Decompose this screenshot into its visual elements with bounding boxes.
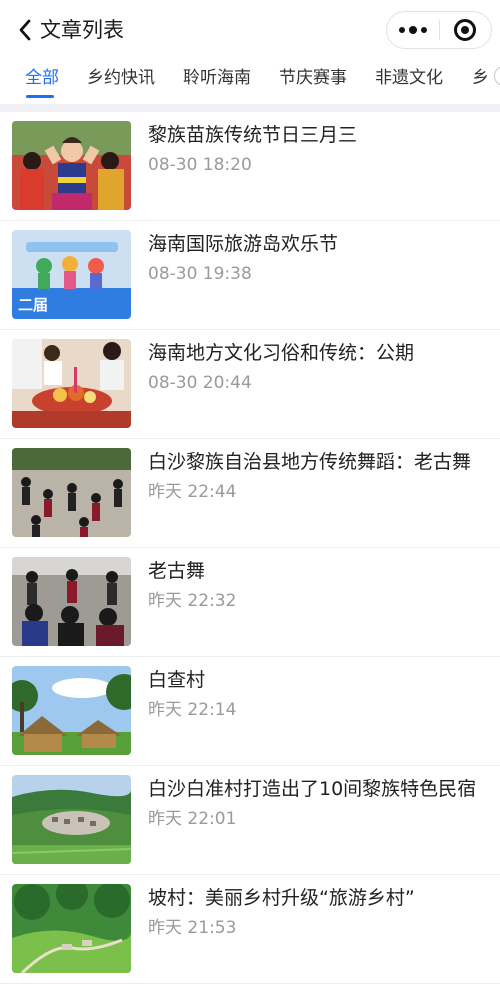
tab-more[interactable]: 乡 — [472, 66, 489, 90]
list-item[interactable]: 白沙白准村打造出了10间黎族特色民宿 昨天 22:01 — [0, 766, 500, 875]
category-tabs: 全部 乡约快讯 聆听海南 节庆赛事 非遗文化 乡 — [0, 62, 500, 104]
article-title: 白查村 — [148, 669, 206, 691]
article-time: 昨天 22:14 — [148, 700, 237, 720]
article-time: 08-30 18:20 — [148, 155, 252, 175]
tab-intangible-heritage[interactable]: 非遗文化 — [375, 66, 443, 90]
article-time: 昨天 22:01 — [148, 809, 237, 829]
article-thumbnail — [12, 121, 131, 210]
thumbnail-text: 二届 — [18, 297, 48, 314]
list-item[interactable]: 二届 海南国际旅游岛欢乐节 08-30 19:38 — [0, 221, 500, 330]
tab-news[interactable]: 乡约快讯 — [87, 66, 155, 90]
tab-festival-events[interactable]: 节庆赛事 — [279, 66, 347, 90]
article-time: 昨天 22:44 — [148, 482, 237, 502]
list-item[interactable]: 老古舞 昨天 22:32 — [0, 548, 500, 657]
article-thumbnail — [12, 557, 131, 646]
article-time: 08-30 20:44 — [148, 373, 252, 393]
active-tab-indicator — [26, 95, 54, 98]
close-mini-program-button[interactable] — [439, 12, 491, 48]
article-thumbnail — [12, 339, 131, 428]
list-item[interactable]: 白沙黎族自治县地方传统舞蹈：老古舞 昨天 22:44 — [0, 439, 500, 548]
list-item[interactable]: 白查村 昨天 22:14 — [0, 657, 500, 766]
list-item[interactable]: 黎族苗族传统节日三月三 08-30 18:20 — [0, 112, 500, 221]
article-title: 海南地方文化习俗和传统：公期 — [148, 342, 415, 364]
article-title: 白沙白准村打造出了10间黎族特色民宿 — [148, 778, 477, 800]
section-divider — [0, 104, 500, 112]
page-title: 文章列表 — [40, 18, 124, 42]
article-time: 08-30 19:38 — [148, 264, 252, 284]
article-title: 坡村：美丽乡村升级“旅游乡村” — [148, 887, 415, 909]
back-button[interactable] — [12, 16, 38, 44]
article-thumbnail: 二届 — [12, 230, 131, 319]
tab-listen-hainan[interactable]: 聆听海南 — [183, 66, 251, 90]
article-thumbnail — [12, 884, 131, 973]
article-time: 昨天 22:32 — [148, 591, 237, 611]
article-time: 昨天 21:53 — [148, 918, 237, 938]
article-thumbnail — [12, 775, 131, 864]
tab-all[interactable]: 全部 — [25, 66, 59, 90]
list-item[interactable]: 坡村：美丽乡村升级“旅游乡村” 昨天 21:53 — [0, 875, 500, 984]
article-list: 黎族苗族传统节日三月三 08-30 18:20 二届 海南国际旅游岛欢乐节 08… — [0, 112, 500, 984]
chevron-left-icon — [19, 19, 31, 41]
article-title: 黎族苗族传统节日三月三 — [148, 124, 358, 146]
target-circle-icon — [454, 19, 477, 41]
list-item[interactable]: 海南地方文化习俗和传统：公期 08-30 20:44 — [0, 330, 500, 439]
mini-program-capsule — [386, 11, 492, 49]
article-title: 海南国际旅游岛欢乐节 — [148, 233, 339, 255]
article-title: 白沙黎族自治县地方传统舞蹈：老古舞 — [148, 451, 472, 473]
more-dots-icon[interactable] — [387, 12, 439, 48]
navbar: 文章列表 — [0, 0, 500, 62]
article-title: 老古舞 — [148, 560, 206, 582]
article-thumbnail — [12, 666, 131, 755]
article-thumbnail — [12, 448, 131, 537]
